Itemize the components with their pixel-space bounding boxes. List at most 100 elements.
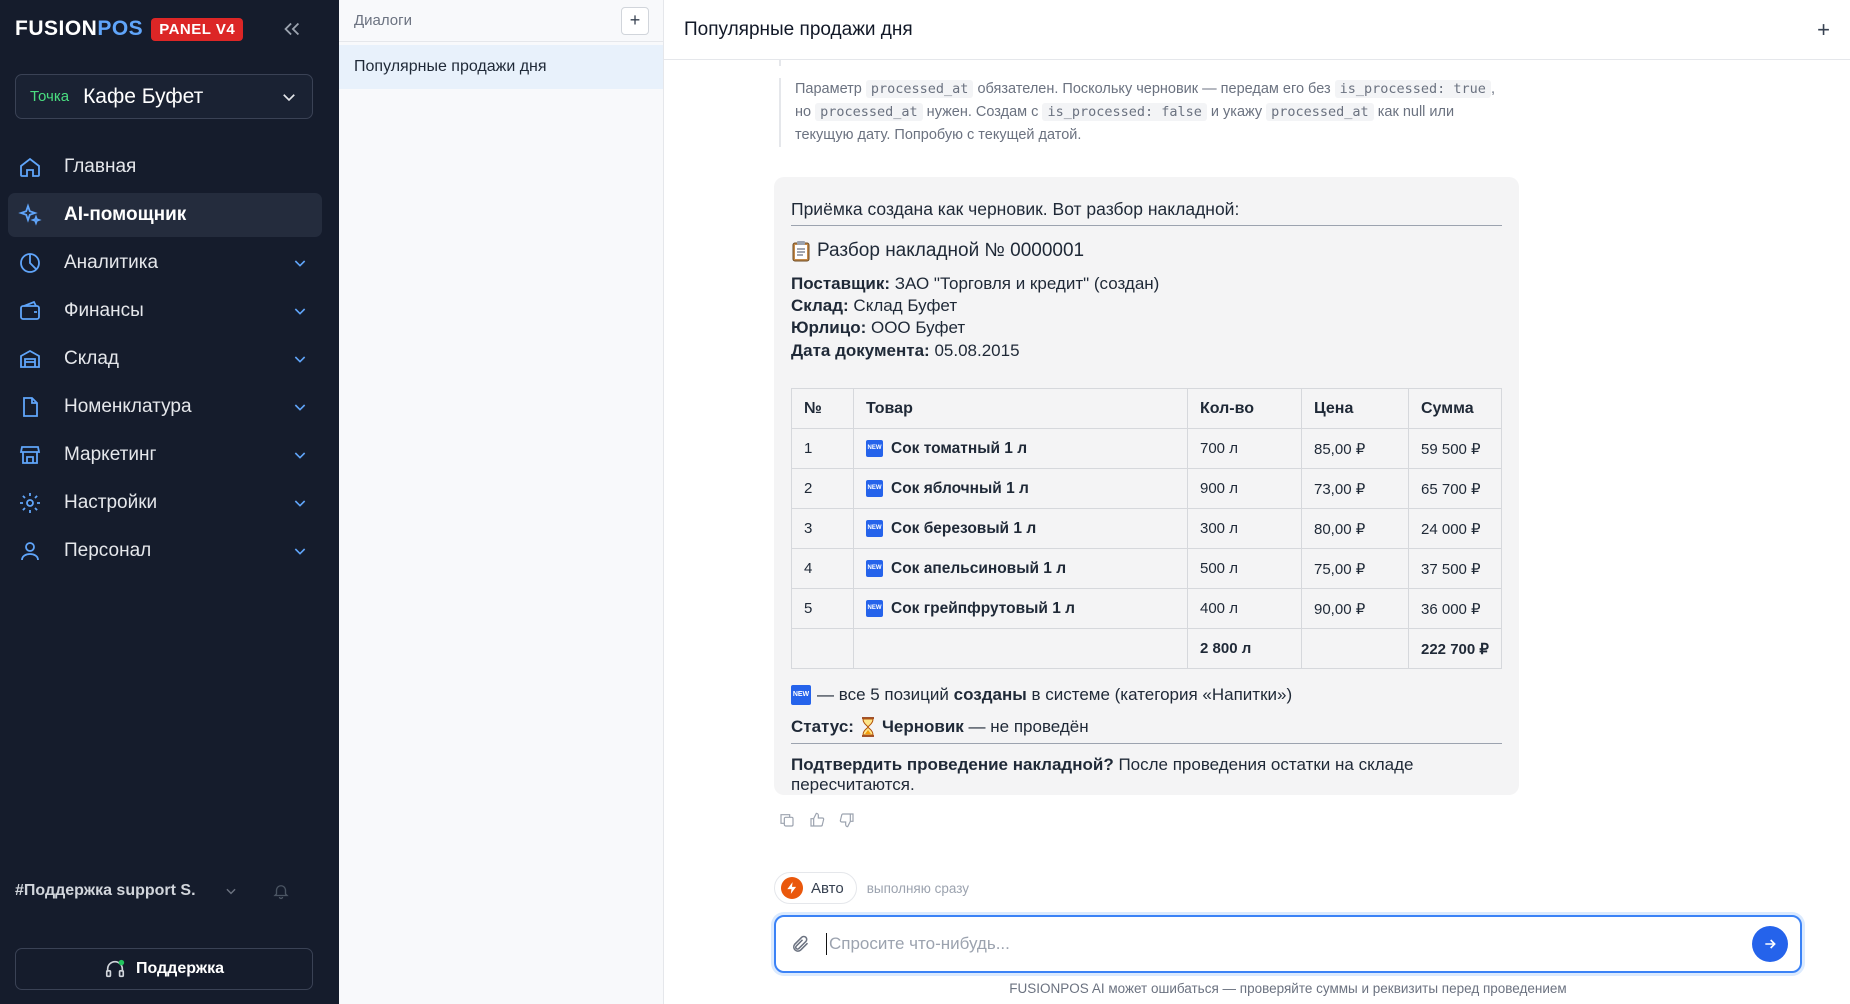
sidebar: FUSIONPOS PANEL V4 Точка Кафе Буфет Глав… bbox=[0, 0, 339, 1004]
table-row: 5 NEW Сок грейпфрутовый 1 л 400 л 90,00 ₽… bbox=[791, 588, 1502, 629]
thumbs-down-icon[interactable] bbox=[839, 812, 855, 828]
copy-icon[interactable] bbox=[779, 812, 795, 828]
paperclip-icon[interactable] bbox=[790, 934, 810, 954]
chevron-down-icon bbox=[224, 884, 238, 898]
chat-header: Популярные продажи дня + bbox=[664, 0, 1850, 60]
point-tag: Точка bbox=[30, 88, 70, 105]
chevron-down-icon bbox=[292, 255, 308, 271]
store-icon bbox=[18, 443, 42, 467]
dialogs-title: Диалоги bbox=[354, 12, 412, 29]
new-icon: NEW bbox=[866, 600, 883, 617]
column-header: Кол-во bbox=[1187, 388, 1302, 429]
warehouse-line: Склад: Склад Буфет bbox=[791, 296, 958, 315]
send-button[interactable] bbox=[1752, 926, 1788, 962]
nav-label: Маркетинг bbox=[64, 444, 157, 465]
nav-item-finance[interactable]: Финансы bbox=[8, 289, 322, 333]
column-header: № bbox=[791, 388, 854, 429]
divider bbox=[791, 743, 1502, 744]
table-row: 2 NEW Сок яблочный 1 л 900 л 73,00 ₽ 65 7… bbox=[791, 468, 1502, 509]
new-chat-button[interactable]: + bbox=[1817, 17, 1830, 43]
table-row: 4 NEW Сок апельсиновый 1 л 500 л 75,00 ₽ … bbox=[791, 548, 1502, 589]
new-items-note: NEW — все 5 позиций созданы в системе (к… bbox=[791, 685, 1293, 705]
nav-item-settings[interactable]: Настройки bbox=[8, 481, 322, 525]
nav-label: Финансы bbox=[64, 300, 144, 321]
chart-pie-icon bbox=[18, 251, 42, 275]
support-channel-selector[interactable]: #Поддержка support S. bbox=[15, 882, 315, 900]
headset-icon bbox=[104, 958, 126, 980]
column-header: Цена bbox=[1301, 388, 1409, 429]
sparkles-icon bbox=[18, 203, 42, 227]
table-row: 3 NEW Сок березовый 1 л 300 л 80,00 ₽ 24 … bbox=[791, 508, 1502, 549]
disclaimer: FUSIONPOS AI может ошибаться — проверяйт… bbox=[1009, 981, 1567, 996]
warehouse-icon bbox=[18, 347, 42, 371]
supplier-line: Поставщик: ЗАО "Торговля и кредит" (созд… bbox=[791, 274, 1160, 293]
mode-selector[interactable]: Авто bbox=[774, 872, 857, 904]
home-icon bbox=[18, 155, 42, 179]
answer-intro: Приёмка создана как черновик. Вот разбор… bbox=[791, 199, 1240, 219]
wallet-icon bbox=[18, 299, 42, 323]
nav-item-nomenclature[interactable]: Номенклатура bbox=[8, 385, 322, 429]
message-actions bbox=[779, 812, 855, 828]
new-icon: NEW bbox=[866, 520, 883, 537]
thumbs-up-icon[interactable] bbox=[809, 812, 825, 828]
chat-title: Популярные продажи дня bbox=[684, 18, 913, 40]
chat-main: Популярные продажи дня + Параметр proces… bbox=[664, 0, 1850, 1004]
support-button-label: Поддержка bbox=[135, 960, 225, 977]
nav-item-warehouse[interactable]: Склад bbox=[8, 337, 322, 381]
brand-badge: PANEL V4 bbox=[151, 17, 244, 41]
thinking-block-top bbox=[779, 60, 979, 66]
new-icon: NEW bbox=[866, 480, 883, 497]
chevron-down-icon bbox=[280, 88, 298, 106]
chevron-down-icon bbox=[292, 543, 308, 559]
divider bbox=[791, 225, 1502, 226]
collapse-sidebar-icon[interactable] bbox=[281, 18, 303, 40]
nav-item-ai-assistant[interactable]: AI-помощник bbox=[8, 193, 322, 237]
support-button[interactable]: Поддержка bbox=[15, 948, 313, 990]
nav-item-staff[interactable]: Персонал bbox=[8, 529, 322, 573]
assistant-message: Приёмка создана как черновик. Вот разбор… bbox=[774, 177, 1519, 795]
new-icon: NEW bbox=[866, 440, 883, 457]
nav-label: Персонал bbox=[64, 540, 152, 561]
dialog-item[interactable]: Популярные продажи дня bbox=[339, 45, 663, 89]
document-icon bbox=[18, 395, 42, 419]
document-date-line: Дата документа: 05.08.2015 bbox=[791, 341, 1020, 360]
legal-entity-line: Юрлицо: ООО Буфет bbox=[791, 318, 966, 337]
nav-item-home[interactable]: Главная bbox=[8, 145, 322, 189]
nav-label: Склад bbox=[64, 348, 119, 369]
column-header: Товар bbox=[853, 388, 1188, 429]
column-header: Сумма bbox=[1408, 388, 1502, 429]
table-total-row: 2 800 л 222 700 ₽ bbox=[791, 628, 1502, 669]
new-dialog-button[interactable]: + bbox=[621, 6, 649, 35]
point-selector[interactable]: Точка Кафе Буфет bbox=[15, 74, 313, 119]
table-row: 1 NEW Сок томатный 1 л 700 л 85,00 ₽ 59 5… bbox=[791, 428, 1502, 469]
hourglass-icon bbox=[860, 717, 876, 737]
nav-item-marketing[interactable]: Маркетинг bbox=[8, 433, 322, 477]
new-icon: NEW bbox=[791, 685, 811, 705]
new-icon: NEW bbox=[866, 560, 883, 577]
dialogs-header: Диалоги + bbox=[339, 0, 663, 42]
nav-label: Настройки bbox=[64, 492, 158, 513]
lightning-icon bbox=[781, 877, 803, 899]
invoice-table: № Товар Кол-во Цена Сумма 1 NEW Сок томат… bbox=[791, 388, 1502, 669]
invoice-heading: Разбор накладной № 0000001 bbox=[791, 240, 1084, 262]
message-input[interactable] bbox=[826, 933, 1752, 955]
mode-row: Авто выполняю сразу bbox=[774, 872, 969, 904]
chevron-down-icon bbox=[292, 495, 308, 511]
bell-icon[interactable] bbox=[272, 882, 290, 900]
nav-label: Аналитика bbox=[64, 252, 159, 273]
clipboard-icon bbox=[791, 240, 811, 262]
thinking-block: Параметр processed_at обязателен. Поскол… bbox=[779, 78, 1499, 147]
main-nav: Главная AI-помощник Аналитика Финансы Ск… bbox=[8, 145, 322, 577]
dialogs-panel: Диалоги + Популярные продажи дня bbox=[339, 0, 664, 1004]
message-composer bbox=[774, 915, 1802, 973]
brand-logo[interactable]: FUSIONPOS PANEL V4 bbox=[15, 17, 244, 41]
nav-item-analytics[interactable]: Аналитика bbox=[8, 241, 322, 285]
status-line: Статус: Черновик — не проведён bbox=[791, 717, 1089, 737]
chevron-down-icon bbox=[292, 447, 308, 463]
mode-hint: выполняю сразу bbox=[866, 880, 970, 896]
gear-icon bbox=[18, 491, 42, 515]
brand-name: FUSIONPOS bbox=[15, 17, 144, 40]
nav-label: Главная bbox=[64, 156, 137, 177]
support-channel-label: #Поддержка support S. bbox=[15, 882, 196, 899]
chevron-down-icon bbox=[292, 399, 308, 415]
